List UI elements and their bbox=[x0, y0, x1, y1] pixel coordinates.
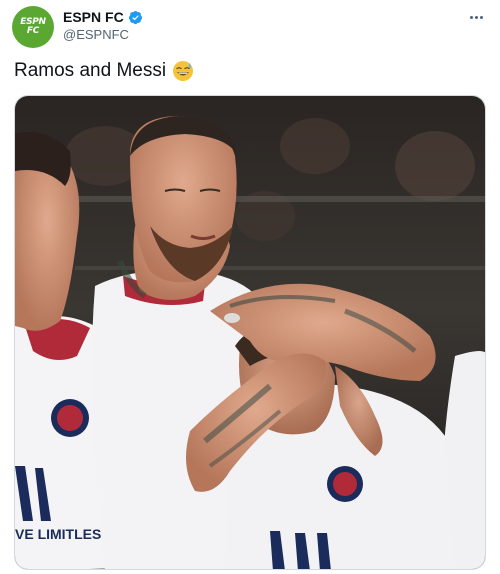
kit-wordmark: VE LIMITLESS bbox=[15, 526, 111, 542]
tweet-photo[interactable]: VE LIMITLESS bbox=[14, 95, 486, 570]
author-block: ESPN FC @ESPNFC bbox=[63, 9, 143, 42]
handle[interactable]: @ESPNFC bbox=[63, 27, 143, 42]
grinning-sweat-emoji-icon bbox=[172, 60, 194, 82]
photo-illustration: VE LIMITLESS bbox=[15, 96, 485, 569]
tweet-text-row: Ramos and Messi bbox=[14, 60, 194, 82]
display-name[interactable]: ESPN FC bbox=[63, 9, 124, 25]
more-options-icon[interactable] bbox=[466, 8, 486, 26]
tweet-card[interactable]: ESPNFC ESPN FC @ESPNFC Ramos and Messi bbox=[0, 0, 500, 574]
name-row: ESPN FC bbox=[63, 9, 143, 25]
avatar[interactable]: ESPN FC bbox=[12, 6, 54, 48]
tweet-header: ESPN FC ESPN FC @ESPNFC bbox=[12, 6, 488, 48]
avatar-logo-text: ESPN FC bbox=[20, 17, 46, 36]
verified-badge-icon bbox=[128, 10, 143, 25]
tweet-text: Ramos and Messi bbox=[14, 60, 167, 81]
